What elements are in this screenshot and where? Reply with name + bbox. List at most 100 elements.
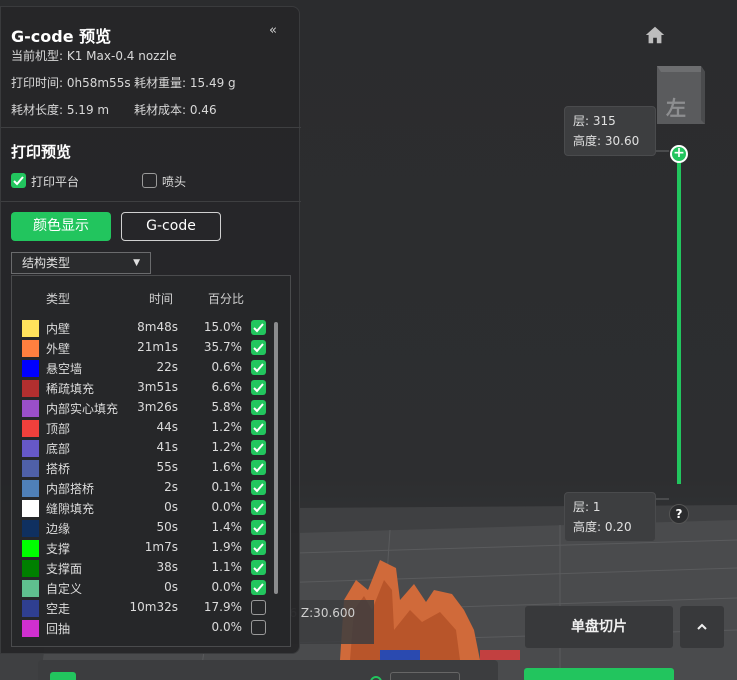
home-icon[interactable]	[644, 24, 666, 46]
collapse-panel-icon[interactable]: «	[269, 23, 277, 38]
chevron-up-icon	[697, 623, 707, 630]
legend-percent: 0.1%	[211, 480, 243, 494]
slice-plate-button[interactable]: 单盘切片	[525, 606, 673, 648]
legend-time: 44s	[156, 420, 178, 434]
legend-row: 回抽 0.0%	[12, 618, 290, 638]
legend-name: 外壁	[46, 342, 71, 356]
export-button[interactable]	[524, 668, 674, 680]
legend-time: 0s	[164, 580, 178, 594]
legend-name: 内部实心填充	[46, 402, 119, 416]
legend-name: 支撑	[46, 542, 71, 556]
legend-name: 稀疏填充	[46, 382, 95, 396]
legend-percent: 1.6%	[211, 460, 243, 474]
legend-time: 8m48s	[137, 320, 178, 334]
show-bed-label: 打印平台	[31, 175, 80, 189]
legend-color-swatch	[22, 440, 39, 457]
expand-button[interactable]	[680, 606, 724, 648]
bubble-connector	[655, 498, 669, 500]
legend-color-swatch	[22, 500, 39, 517]
legend-time: 3m26s	[137, 400, 178, 414]
column-header-type: 类型	[46, 292, 71, 306]
chevron-down-icon: ▼	[133, 258, 140, 268]
divider	[1, 201, 301, 202]
divider	[1, 127, 301, 128]
legend-time: 2s	[164, 480, 178, 494]
legend-row: 外壁 21m1s 35.7%	[12, 338, 290, 358]
legend-row: 内部搭桥 2s 0.1%	[12, 478, 290, 498]
view-type-value: 结构类型	[22, 256, 71, 270]
legend-row: 稀疏填充 3m51s 6.6%	[12, 378, 290, 398]
legend-visibility-checkbox[interactable]	[251, 500, 266, 515]
list-scrollbar[interactable]	[274, 322, 278, 594]
legend-row: 支撑 1m7s 1.9%	[12, 538, 290, 558]
legend-row: 边缘 50s 1.4%	[12, 518, 290, 538]
legend-color-swatch	[22, 580, 39, 597]
legend-color-swatch	[22, 360, 39, 377]
legend-row: 悬空墙 22s 0.6%	[12, 358, 290, 378]
filament-weight: 耗材重量: 15.49 g	[134, 76, 236, 90]
legend-name: 空走	[46, 602, 71, 616]
legend-percent: 15.0%	[203, 320, 242, 334]
legend-row: 内部实心填充 3m26s 5.8%	[12, 398, 290, 418]
toolbar-value-field[interactable]	[390, 672, 460, 680]
legend-percent: 5.8%	[211, 400, 243, 414]
layer-slider-top-handle[interactable]: +	[670, 145, 688, 163]
view-type-select[interactable]: 结构类型 ▼	[11, 252, 151, 274]
legend-visibility-checkbox[interactable]	[251, 460, 266, 475]
color-display-button[interactable]: 颜色显示	[11, 212, 111, 241]
legend-visibility-checkbox[interactable]	[251, 480, 266, 495]
legend-visibility-checkbox[interactable]	[251, 440, 266, 455]
show-bed-checkbox[interactable]	[11, 173, 26, 188]
legend-visibility-checkbox[interactable]	[251, 420, 266, 435]
layer-bottom-number: 层: 1	[573, 500, 601, 514]
show-nozzle-label: 喷头	[162, 175, 187, 189]
legend-color-swatch	[22, 600, 39, 617]
legend-name: 回抽	[46, 622, 71, 636]
legend-visibility-checkbox[interactable]	[251, 600, 266, 615]
legend-percent: 35.7%	[203, 340, 242, 354]
legend-time: 55s	[156, 460, 178, 474]
feature-type-list: 类型 时间 百分比 内壁 8m48s 15.0% 外壁 21m1s 35.7% 悬空墙 22s…	[11, 275, 291, 647]
toolbar-play-button[interactable]	[50, 672, 76, 680]
layer-slider-bottom-handle[interactable]: ?	[669, 504, 689, 524]
legend-time: 38s	[156, 560, 178, 574]
legend-percent: 1.1%	[211, 560, 243, 574]
legend-percent: 1.2%	[211, 420, 243, 434]
legend-row: 搭桥 55s 1.6%	[12, 458, 290, 478]
legend-percent: 1.4%	[211, 520, 243, 534]
legend-row: 空走 10m32s 17.9%	[12, 598, 290, 618]
legend-row: 底部 41s 1.2%	[12, 438, 290, 458]
legend-name: 支撑面	[46, 562, 83, 576]
legend-visibility-checkbox[interactable]	[251, 580, 266, 595]
toolbar-radio-icon[interactable]	[370, 676, 382, 680]
legend-visibility-checkbox[interactable]	[251, 380, 266, 395]
legend-color-swatch	[22, 340, 39, 357]
legend-percent: 17.9%	[203, 600, 242, 614]
show-nozzle-checkbox[interactable]	[142, 173, 157, 188]
legend-visibility-checkbox[interactable]	[251, 560, 266, 575]
legend-visibility-checkbox[interactable]	[251, 320, 266, 335]
legend-name: 搭桥	[46, 462, 71, 476]
view-cube-face-label[interactable]: 左	[666, 92, 686, 121]
legend-visibility-checkbox[interactable]	[251, 400, 266, 415]
column-header-percent: 百分比	[208, 292, 245, 306]
legend-visibility-checkbox[interactable]	[251, 340, 266, 355]
legend-color-swatch	[22, 620, 39, 637]
legend-time: 50s	[156, 520, 178, 534]
legend-visibility-checkbox[interactable]	[251, 540, 266, 555]
legend-time: 10m32s	[129, 600, 178, 614]
bottom-toolbar	[38, 660, 498, 680]
layer-top-height: 高度: 30.60	[573, 134, 640, 148]
layer-slider-track[interactable]	[677, 154, 681, 484]
filament-cost: 耗材成本: 0.46	[134, 103, 217, 117]
legend-percent: 0.0%	[211, 500, 243, 514]
legend-visibility-checkbox[interactable]	[251, 520, 266, 535]
layer-top-readout: 层: 315 高度: 30.60	[564, 106, 656, 156]
legend-name: 内壁	[46, 322, 71, 336]
legend-color-swatch	[22, 420, 39, 437]
legend-visibility-checkbox[interactable]	[251, 620, 266, 635]
legend-name: 自定义	[46, 582, 83, 596]
legend-time: 3m51s	[137, 380, 178, 394]
legend-visibility-checkbox[interactable]	[251, 360, 266, 375]
gcode-button[interactable]: G-code	[121, 212, 221, 241]
